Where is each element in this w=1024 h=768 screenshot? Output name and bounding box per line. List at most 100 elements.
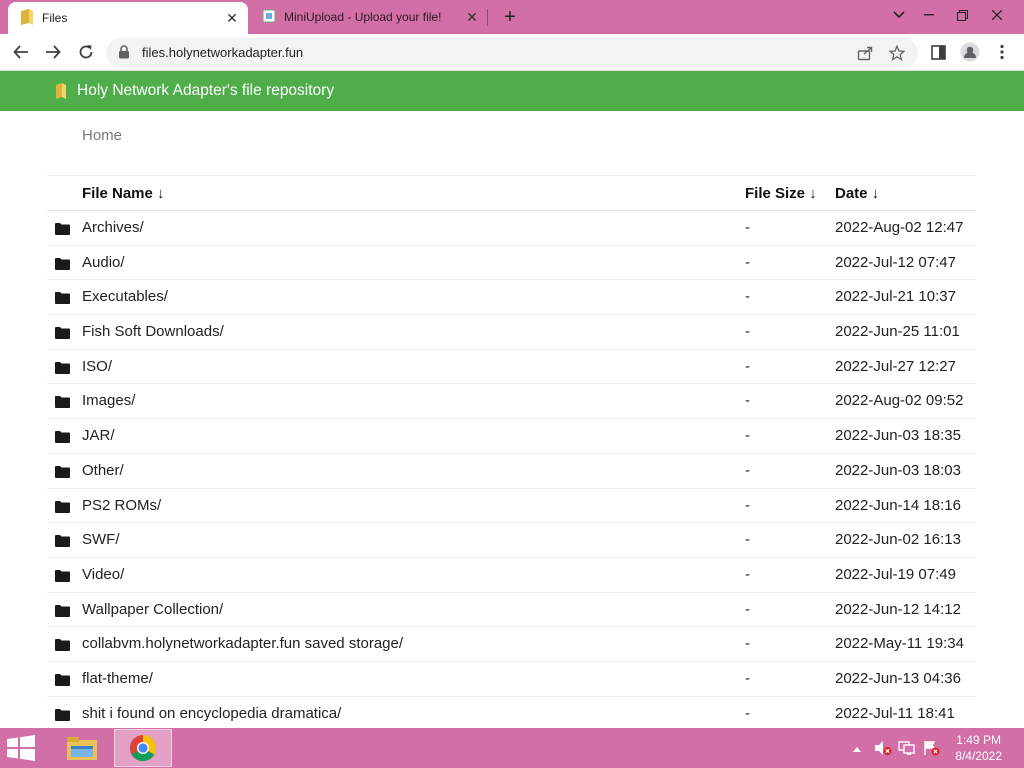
breadcrumb-home[interactable]: Home: [82, 127, 122, 144]
taskbar: 1:49 PM 8/4/2022: [0, 728, 1024, 768]
table-row[interactable]: Executables/ - 2022-Jul-21 10:37: [47, 280, 976, 316]
windows-logo-icon: [7, 735, 35, 761]
file-name-link[interactable]: JAR/: [82, 427, 115, 444]
new-tab-button[interactable]: +: [498, 4, 522, 30]
file-date: 2022-Jul-11 18:41: [835, 704, 955, 722]
close-window-button[interactable]: [980, 0, 1014, 30]
table-row[interactable]: Audio/ - 2022-Jul-12 07:47: [47, 246, 976, 281]
file-size: -: [745, 635, 750, 653]
folder-icon: [55, 291, 70, 309]
file-name-link[interactable]: Images/: [82, 392, 135, 409]
file-size: -: [745, 288, 750, 306]
taskbar-chrome[interactable]: [114, 729, 172, 767]
folder-icon: [55, 430, 70, 448]
file-name-link[interactable]: Wallpaper Collection/: [82, 601, 223, 618]
file-size: -: [745, 669, 750, 687]
table-row[interactable]: Archives/ - 2022-Aug-02 12:47: [47, 211, 976, 246]
action-center-warning-icon[interactable]: [922, 740, 940, 761]
lock-icon[interactable]: [118, 45, 130, 64]
table-row[interactable]: ISO/ - 2022-Jul-27 12:27: [47, 350, 976, 385]
close-tab-icon[interactable]: ✕: [462, 9, 482, 26]
file-name-link[interactable]: Executables/: [82, 288, 168, 305]
address-bar[interactable]: files.holynetworkadapter.fun: [106, 38, 918, 67]
file-size: -: [745, 704, 750, 722]
file-name-link[interactable]: ISO/: [82, 358, 112, 375]
caret-up-icon: [853, 747, 861, 752]
clock-time: 1:49 PM: [956, 733, 1001, 747]
table-row[interactable]: Fish Soft Downloads/ - 2022-Jun-25 11:01: [47, 315, 976, 350]
file-size: -: [745, 565, 750, 583]
file-name-link[interactable]: flat-theme/: [82, 670, 153, 687]
site-title[interactable]: Holy Network Adapter's file repository: [77, 82, 334, 100]
table-row[interactable]: shit i found on encyclopedia dramatica/ -…: [47, 697, 976, 732]
close-tab-icon[interactable]: ✕: [222, 10, 242, 27]
table-row[interactable]: PS2 ROMs/ - 2022-Jun-14 18:16: [47, 489, 976, 524]
file-name-link[interactable]: Video/: [82, 566, 124, 583]
side-panel-icon: [930, 44, 946, 60]
tab-files[interactable]: Files ✕: [8, 2, 248, 34]
file-date: 2022-Jun-13 04:36: [835, 669, 961, 687]
start-button[interactable]: [6, 735, 36, 766]
table-row[interactable]: Wallpaper Collection/ - 2022-Jun-12 14:12: [47, 593, 976, 628]
tab-separator: [487, 9, 488, 26]
sort-by-date[interactable]: Date ↓: [835, 185, 879, 202]
share-icon[interactable]: [856, 44, 874, 62]
file-name-link[interactable]: Archives/: [82, 219, 144, 236]
file-size: -: [745, 219, 750, 236]
file-date: 2022-Aug-02 12:47: [835, 219, 964, 236]
table-row[interactable]: SWF/ - 2022-Jun-02 16:13: [47, 523, 976, 558]
arrow-left-icon: [13, 45, 28, 59]
show-hidden-icons-button[interactable]: [852, 740, 862, 758]
sort-by-name[interactable]: File Name ↓: [82, 185, 165, 202]
taskbar-file-explorer[interactable]: [53, 729, 111, 767]
clock-date: 8/4/2022: [955, 749, 1002, 763]
file-explorer-icon: [67, 737, 97, 760]
file-date: 2022-Jun-03 18:03: [835, 461, 961, 479]
folder-icon: [55, 257, 70, 275]
chrome-icon: [129, 734, 157, 762]
volume-muted-icon[interactable]: [874, 740, 892, 761]
browser-toolbar: files.holynetworkadapter.fun: [0, 34, 1024, 71]
folder-icon: [55, 326, 70, 344]
address-text[interactable]: files.holynetworkadapter.fun: [142, 45, 303, 60]
sort-by-size[interactable]: File Size ↓: [745, 185, 817, 202]
folder-icon: [55, 361, 70, 379]
table-row[interactable]: Other/ - 2022-Jun-03 18:03: [47, 454, 976, 489]
file-name-link[interactable]: Audio/: [82, 254, 125, 271]
file-size: -: [745, 600, 750, 618]
file-size: -: [745, 531, 750, 549]
file-name-link[interactable]: collabvm.holynetworkadapter.fun saved st…: [82, 635, 403, 652]
reload-button[interactable]: [74, 40, 98, 64]
table-row[interactable]: flat-theme/ - 2022-Jun-13 04:36: [47, 662, 976, 697]
table-row[interactable]: Video/ - 2022-Jul-19 07:49: [47, 558, 976, 593]
profile-button[interactable]: [958, 40, 982, 64]
star-icon[interactable]: [888, 44, 906, 62]
folder-icon: [20, 8, 34, 28]
tab-miniupload[interactable]: MiniUpload - Upload your file! ✕: [252, 0, 488, 34]
file-size: -: [745, 357, 750, 375]
file-name-link[interactable]: Fish Soft Downloads/: [82, 323, 224, 340]
minimize-button[interactable]: [912, 0, 946, 30]
file-name-link[interactable]: PS2 ROMs/: [82, 497, 161, 514]
back-button[interactable]: [9, 40, 33, 64]
file-name-link[interactable]: SWF/: [82, 531, 120, 548]
folder-icon: [55, 708, 70, 726]
table-row[interactable]: collabvm.holynetworkadapter.fun saved st…: [47, 627, 976, 662]
folder-icon: [55, 638, 70, 656]
menu-button[interactable]: [990, 40, 1014, 64]
file-name-link[interactable]: shit i found on encyclopedia dramatica/: [82, 705, 341, 722]
forward-button[interactable]: [41, 40, 65, 64]
network-icon[interactable]: [898, 740, 916, 761]
restore-button[interactable]: [945, 0, 979, 30]
tab-search-button[interactable]: [882, 0, 916, 30]
file-date: 2022-Jul-12 07:47: [835, 253, 956, 271]
file-size: -: [745, 323, 750, 341]
table-row[interactable]: Images/ - 2022-Aug-02 09:52: [47, 384, 976, 420]
arrow-right-icon: [46, 45, 61, 59]
table-row[interactable]: JAR/ - 2022-Jun-03 18:35: [47, 419, 976, 454]
system-clock[interactable]: 1:49 PM 8/4/2022: [955, 732, 1002, 764]
file-date: 2022-Jun-14 18:16: [835, 496, 961, 514]
restore-icon: [956, 9, 968, 21]
file-name-link[interactable]: Other/: [82, 462, 124, 479]
side-panel-button[interactable]: [926, 40, 950, 64]
